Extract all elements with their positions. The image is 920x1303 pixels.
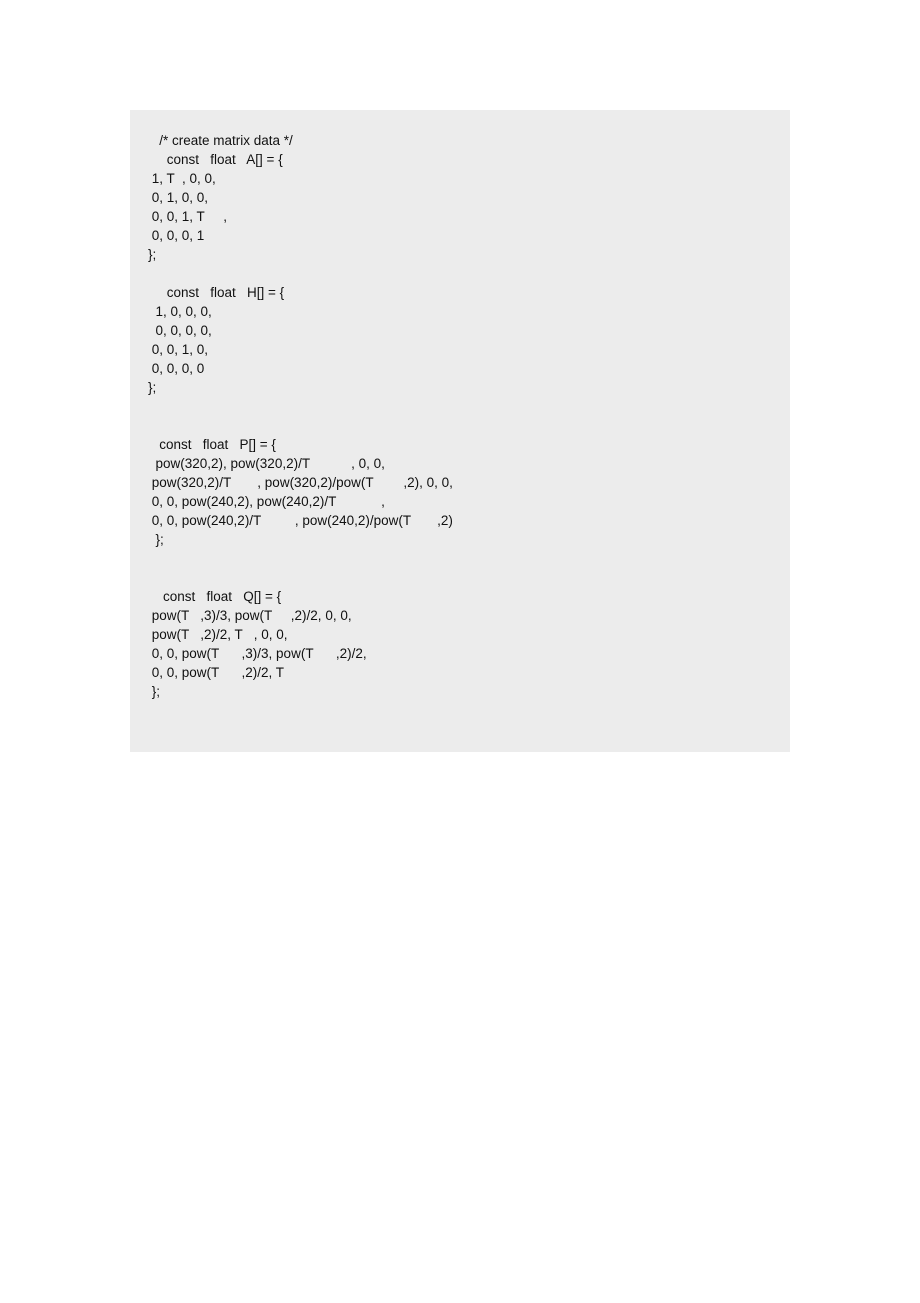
- document-page: /* create matrix data */ const float A[]…: [0, 0, 920, 1303]
- code-line: 0, 1, 0, 0,: [148, 189, 772, 208]
- code-line: 0, 0, 0, 1: [148, 227, 772, 246]
- blank-line: [148, 417, 772, 436]
- code-line: pow(320,2)/T , pow(320,2)/pow(T ,2), 0, …: [148, 474, 772, 493]
- code-line: };: [148, 246, 772, 265]
- code-line: pow(T ,3)/3, pow(T ,2)/2, 0, 0,: [148, 607, 772, 626]
- code-line: };: [148, 379, 772, 398]
- code-line: 0, 0, pow(T ,3)/3, pow(T ,2)/2,: [148, 645, 772, 664]
- code-line: 0, 0, 0, 0,: [148, 322, 772, 341]
- code-line: const float A[] = {: [148, 151, 772, 170]
- code-line: const float H[] = {: [148, 284, 772, 303]
- code-line: const float Q[] = {: [148, 588, 772, 607]
- code-line: 0, 0, 0, 0: [148, 360, 772, 379]
- code-line: 1, T , 0, 0,: [148, 170, 772, 189]
- code-block: /* create matrix data */ const float A[]…: [130, 110, 790, 752]
- code-line: 0, 0, pow(240,2), pow(240,2)/T ,: [148, 493, 772, 512]
- blank-line: [148, 550, 772, 569]
- code-line: pow(T ,2)/2, T , 0, 0,: [148, 626, 772, 645]
- code-line: pow(320,2), pow(320,2)/T , 0, 0,: [148, 455, 772, 474]
- code-line: 0, 0, pow(T ,2)/2, T: [148, 664, 772, 683]
- blank-line: [148, 398, 772, 417]
- code-line: 1, 0, 0, 0,: [148, 303, 772, 322]
- code-line: 0, 0, pow(240,2)/T , pow(240,2)/pow(T ,2…: [148, 512, 772, 531]
- code-line: 0, 0, 1, T ,: [148, 208, 772, 227]
- code-line: };: [148, 531, 772, 550]
- code-line: const float P[] = {: [148, 436, 772, 455]
- blank-line: [148, 569, 772, 588]
- code-line: };: [148, 683, 772, 702]
- blank-line: [148, 265, 772, 284]
- code-line: 0, 0, 1, 0,: [148, 341, 772, 360]
- code-line: /* create matrix data */: [148, 132, 772, 151]
